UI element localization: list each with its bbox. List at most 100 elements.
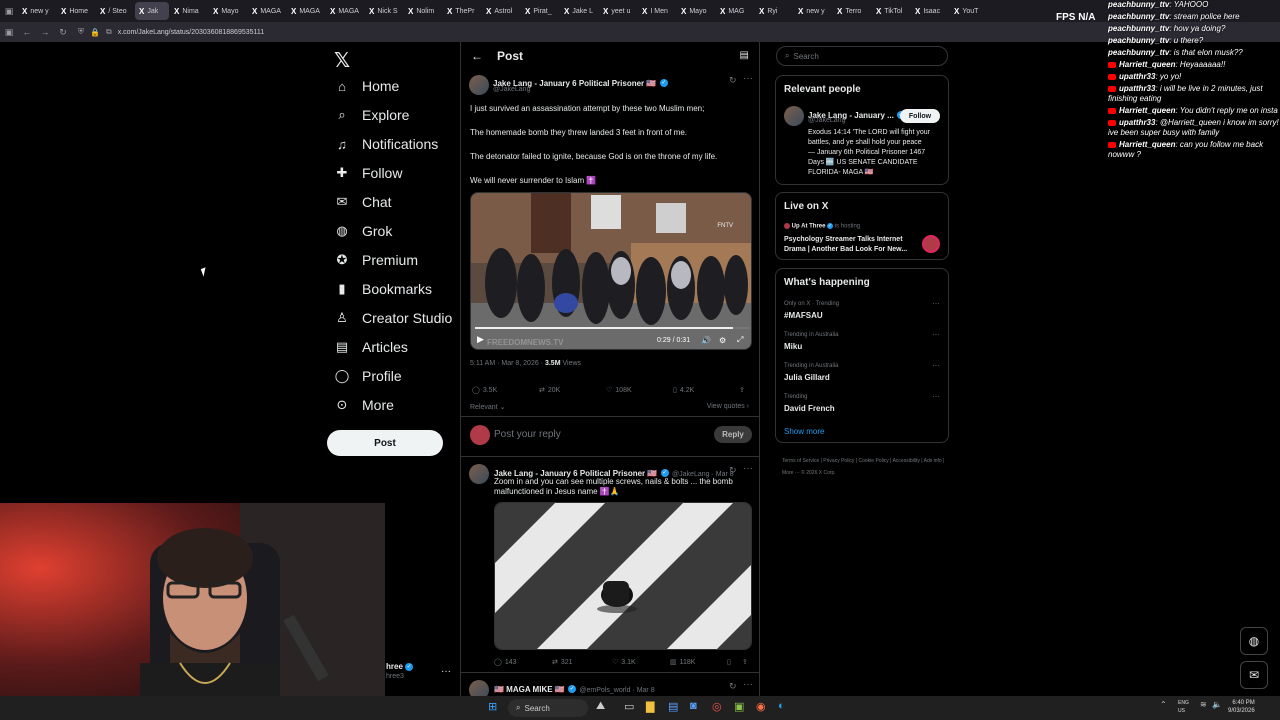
my-avatar[interactable] bbox=[470, 425, 490, 445]
tab-overview-icon[interactable]: ▣ bbox=[0, 6, 18, 17]
person-handle[interactable]: @JakeLang bbox=[808, 117, 845, 124]
browser-tab[interactable]: XI Men bbox=[638, 2, 676, 20]
browser-tab[interactable]: X MAGA bbox=[287, 2, 325, 20]
footer-links[interactable]: Terms of Service | Privacy Policy | Cook… bbox=[782, 455, 952, 479]
avatar[interactable] bbox=[469, 75, 489, 95]
nav-item-more[interactable]: ⊙ More bbox=[334, 393, 394, 417]
nav-item-premium[interactable]: ✪ Premium bbox=[334, 248, 418, 272]
share-icon[interactable]: ⇪ bbox=[742, 658, 748, 666]
back-icon[interactable]: ← bbox=[18, 27, 36, 37]
browser-tab[interactable]: X Isaac bbox=[911, 2, 949, 20]
more-options-icon[interactable]: ··· bbox=[932, 361, 940, 370]
nav-item-articles[interactable]: ▤ Articles bbox=[334, 335, 408, 359]
file-explorer-icon[interactable]: ▇ bbox=[646, 700, 654, 713]
third-author[interactable]: 🇺🇸 MAGA MIKE 🇺🇸 ✓ @emPols_world · Mar 8 bbox=[494, 681, 655, 695]
live-title[interactable]: Psychology Streamer Talks Internet Drama… bbox=[784, 235, 907, 255]
browser-tab[interactable]: X Ryi bbox=[755, 2, 793, 20]
app-icon[interactable]: ▣ bbox=[734, 700, 744, 713]
browser-tab[interactable]: X Jak bbox=[135, 2, 169, 20]
app-icon[interactable]: ◙ bbox=[690, 700, 697, 712]
video-progress-bar[interactable] bbox=[475, 327, 749, 329]
grok-icon[interactable]: ↻ bbox=[729, 465, 737, 476]
store-icon[interactable]: ▤ bbox=[668, 700, 678, 713]
bookmark-stat[interactable]: ▯ 4.2K bbox=[673, 386, 694, 395]
windows-start-icon[interactable]: ⊞ bbox=[488, 700, 497, 713]
author-handle[interactable]: @emPols_world · Mar 8 bbox=[579, 687, 654, 694]
shield-icon[interactable]: ⛨ bbox=[78, 27, 84, 37]
browser-tab[interactable]: X Jake L bbox=[560, 2, 598, 20]
follow-button[interactable]: Follow bbox=[900, 109, 940, 123]
repost-stat[interactable]: ⇄ 321 bbox=[552, 658, 573, 667]
browser-tab[interactable]: X Nolim bbox=[404, 2, 442, 20]
avatar[interactable] bbox=[784, 106, 804, 126]
share-icon[interactable]: ⇪ bbox=[739, 386, 745, 394]
more-options-icon[interactable]: ··· bbox=[932, 330, 940, 339]
browser-tab[interactable]: X YouT bbox=[950, 2, 988, 20]
browser-icon[interactable]: ◎ bbox=[712, 700, 722, 713]
settings-icon[interactable]: ⚙ bbox=[719, 336, 726, 345]
post-button[interactable]: Post bbox=[327, 430, 443, 456]
browser-tab[interactable]: X ThePr bbox=[443, 2, 481, 20]
grok-float-icon[interactable]: ◍ bbox=[1240, 627, 1268, 655]
post-timestamp[interactable]: 5:11 AM · Mar 8, 2026 · 3.5M Views bbox=[470, 360, 581, 367]
browser-tab[interactable]: X Mayo bbox=[677, 2, 715, 20]
x-logo-icon[interactable]: 𝕏 bbox=[334, 48, 350, 73]
grok-icon[interactable]: ↻ bbox=[729, 75, 737, 86]
reader-mode-icon[interactable]: ▤ bbox=[740, 50, 749, 61]
view-quotes-link[interactable]: View quotes › bbox=[707, 403, 749, 410]
repost-stat[interactable]: ⇄ 20K bbox=[539, 386, 560, 395]
taskbar-search[interactable]: ⌕ Search bbox=[508, 699, 588, 717]
browser-tab[interactable]: X Nima bbox=[170, 2, 208, 20]
more-options-icon[interactable]: ··· bbox=[932, 299, 940, 308]
reply-stat[interactable]: ◯ 143 bbox=[494, 658, 517, 667]
browser-tab[interactable]: X TikTol bbox=[872, 2, 910, 20]
live-avatar[interactable] bbox=[922, 235, 940, 253]
nav-item-creator-studio[interactable]: ♙ Creator Studio bbox=[334, 306, 452, 330]
live-host-row[interactable]: Up At Three ✓ is hosting bbox=[784, 223, 860, 230]
show-more-link[interactable]: Show more bbox=[784, 427, 824, 436]
browser-tab[interactable]: X / Steo bbox=[96, 2, 134, 20]
avatar[interactable] bbox=[469, 464, 489, 484]
browser-tab[interactable]: Xnew y bbox=[18, 2, 56, 20]
task-view-icon[interactable]: ▭ bbox=[624, 700, 634, 713]
reply-stat[interactable]: ◯ 3.5K bbox=[472, 386, 497, 395]
more-options-icon[interactable]: ··· bbox=[932, 392, 940, 401]
nav-item-bookmarks[interactable]: ▮ Bookmarks bbox=[334, 277, 432, 301]
firefox-icon[interactable]: ◉ bbox=[756, 700, 766, 713]
browser-tab[interactable]: X Astrol bbox=[482, 2, 520, 20]
post-video[interactable]: FNTV FREEDOMNEWS.TV ▶ 0:29 / 0:31 🔊 ⚙ ⤢ bbox=[470, 192, 752, 350]
bookmark-icon[interactable]: ▯ bbox=[727, 658, 731, 666]
like-stat[interactable]: ♡ 108K bbox=[606, 386, 632, 395]
browser-tab[interactable]: X MAGA bbox=[326, 2, 364, 20]
browser-tab[interactable]: X Mayo bbox=[209, 2, 247, 20]
messages-float-icon[interactable]: ✉ bbox=[1240, 661, 1268, 689]
sidebar-toggle-icon[interactable]: ▣ bbox=[0, 27, 18, 38]
volume-icon[interactable]: 🔊 bbox=[701, 336, 711, 345]
more-options-icon[interactable]: ··· bbox=[743, 73, 753, 84]
browser-tab[interactable]: X Terro bbox=[833, 2, 871, 20]
play-icon[interactable]: ▶ bbox=[477, 334, 484, 345]
more-options-icon[interactable]: ··· bbox=[743, 463, 753, 474]
clock[interactable]: 6:40 PM 9/03/2026 bbox=[1228, 699, 1255, 715]
browser-tab[interactable]: X MAGA bbox=[248, 2, 286, 20]
edge-icon[interactable]: ◐ bbox=[778, 700, 785, 712]
browser-tab[interactable]: X Pirat_ bbox=[521, 2, 559, 20]
browser-tab[interactable]: Xyeet u bbox=[599, 2, 637, 20]
tray-arrow-icon[interactable]: ⌃ bbox=[1160, 700, 1167, 709]
browser-tab[interactable]: X Home bbox=[57, 2, 95, 20]
author-name[interactable]: 🇺🇸 MAGA MIKE 🇺🇸 bbox=[494, 685, 565, 694]
nav-item-follow[interactable]: ✚ Follow bbox=[334, 161, 403, 185]
nav-item-explore[interactable]: ⌕ Explore bbox=[334, 103, 409, 127]
browser-tab[interactable]: Xnew y bbox=[794, 2, 832, 20]
reload-icon[interactable]: ↻ bbox=[54, 27, 72, 38]
views-stat[interactable]: ▥ 118K bbox=[670, 658, 695, 667]
browser-tab[interactable]: X MAG bbox=[716, 2, 754, 20]
fullscreen-icon[interactable]: ⤢ bbox=[737, 335, 743, 345]
language-indicator[interactable]: ENG US bbox=[1178, 699, 1189, 715]
like-stat[interactable]: ♡ 3.1K bbox=[612, 658, 636, 667]
widget-icon[interactable]: ⛰ bbox=[596, 700, 605, 713]
reply-button[interactable]: Reply bbox=[714, 426, 752, 443]
lock-icon[interactable]: 🔒 bbox=[90, 28, 100, 37]
post-image[interactable] bbox=[494, 502, 752, 650]
nav-item-grok[interactable]: ◍ Grok bbox=[334, 219, 392, 243]
